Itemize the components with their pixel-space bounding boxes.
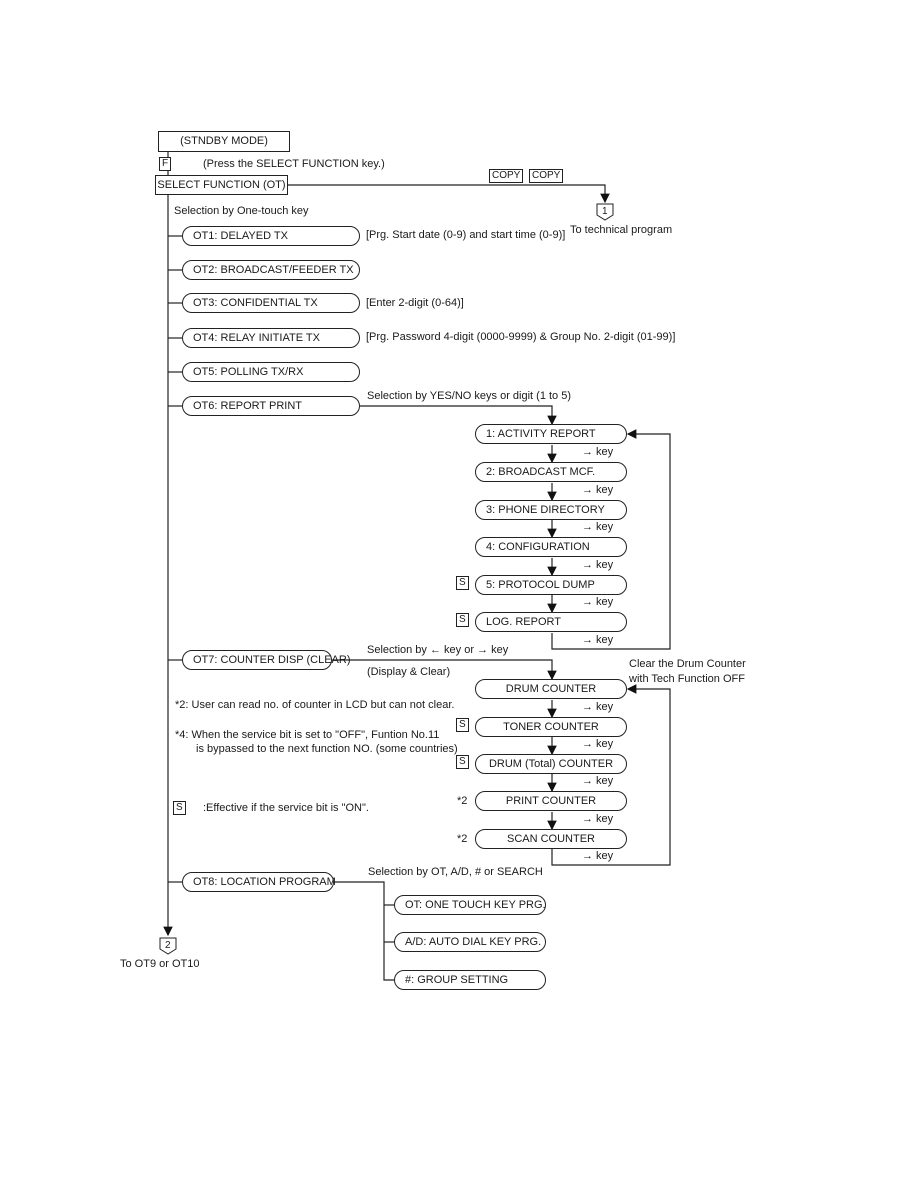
- ot2-node: OT2: BROADCAST/FEEDER TX: [182, 260, 360, 280]
- ot7-node: OT7: COUNTER DISP (CLEAR): [182, 650, 351, 670]
- drum-clear-note-2: with Tech Function OFF: [629, 673, 745, 685]
- service-s-icon: S: [456, 718, 469, 732]
- connector-1-caption: To technical program: [570, 224, 673, 236]
- note-4-line-2: is bypassed to the next function NO. (so…: [196, 743, 458, 755]
- arrow-key-label: → key: [582, 775, 614, 787]
- counter-print: PRINT COUNTER: [475, 791, 627, 811]
- f-key-icon: F: [159, 157, 172, 171]
- service-s-icon: S: [456, 613, 469, 627]
- arrow-key-label: → key: [582, 446, 614, 458]
- note-4-line-1: *4: When the service bit is set to "OFF"…: [175, 729, 440, 741]
- location-group-setting: #: GROUP SETTING: [394, 970, 546, 990]
- arrow-key-label: → key: [582, 634, 614, 646]
- ot6-caption: Selection by YES/NO keys or digit (1 to …: [367, 390, 571, 402]
- report-protocol-dump: 5: PROTOCOL DUMP: [475, 575, 627, 595]
- counter-scan: SCAN COUNTER: [475, 829, 627, 849]
- report-broadcast-mcf: 2: BROADCAST MCF.: [475, 462, 627, 482]
- connector-1-label: 1: [602, 206, 608, 217]
- ot3-node: OT3: CONFIDENTIAL TX: [182, 293, 360, 313]
- report-activity: 1: ACTIVITY REPORT: [475, 424, 627, 444]
- ot1-node: OT1: DELAYED TX: [182, 226, 360, 246]
- counter-drum: DRUM COUNTER: [475, 679, 627, 699]
- ot8-node: OT8: LOCATION PROGRAM: [182, 872, 336, 892]
- ot4-node: OT4: RELAY INITIATE TX: [182, 328, 360, 348]
- one-touch-caption: Selection by One-touch key: [174, 205, 309, 217]
- arrow-key-label: → key: [582, 559, 614, 571]
- arrow-key-label: → key: [582, 738, 614, 750]
- service-s-icon: S: [173, 801, 186, 815]
- location-one-touch: OT: ONE TOUCH KEY PRG.: [394, 895, 546, 915]
- ot3-note: [Enter 2-digit (0-64)]: [366, 297, 464, 309]
- ot1-note: [Prg. Start date (0-9) and start time (0…: [366, 229, 566, 241]
- service-s-icon: S: [456, 576, 469, 590]
- note-2: *2: User can read no. of counter in LCD …: [175, 699, 455, 711]
- ot5-node: OT5: POLLING TX/RX: [182, 362, 360, 382]
- s-key-note: :Effective if the service bit is "ON".: [203, 802, 369, 814]
- report-phone-directory: 3: PHONE DIRECTORY: [475, 500, 627, 520]
- copy-key-1: COPY: [489, 169, 524, 183]
- f-key-note: (Press the SELECT FUNCTION key.): [203, 158, 385, 170]
- counter-toner: TONER COUNTER: [475, 717, 627, 737]
- ot6-node: OT6: REPORT PRINT: [182, 396, 360, 416]
- drum-clear-note-1: Clear the Drum Counter: [629, 658, 746, 670]
- arrow-key-label: → key: [582, 813, 614, 825]
- ot8-caption: Selection by OT, A/D, # or SEARCH: [368, 866, 543, 878]
- report-log: LOG. REPORT: [475, 612, 627, 632]
- connector-2-label: 2: [165, 940, 171, 951]
- note-2-marker: *2: [457, 795, 468, 807]
- ot4-note: [Prg. Password 4-digit (0000-9999) & Gro…: [366, 331, 676, 343]
- service-s-icon: S: [456, 755, 469, 769]
- report-configuration: 4: CONFIGURATION: [475, 537, 627, 557]
- arrow-key-label: → key: [582, 484, 614, 496]
- arrow-key-label: → key: [582, 850, 614, 862]
- ot7-subcaption: (Display & Clear): [367, 666, 451, 678]
- arrow-key-label: → key: [582, 596, 614, 608]
- arrow-key-label: → key: [582, 521, 614, 533]
- arrow-key-label: → key: [582, 701, 614, 713]
- ot7-caption: Selection by ← key or → key: [367, 644, 509, 656]
- location-auto-dial: A/D: AUTO DIAL KEY PRG.: [394, 932, 546, 952]
- note-2-marker: *2: [457, 833, 468, 845]
- select-function-box: SELECT FUNCTION (OT): [155, 175, 288, 195]
- standby-mode-box: (STNDBY MODE): [158, 131, 290, 152]
- copy-key-2: COPY: [529, 169, 564, 183]
- connector-2-caption: To OT9 or OT10: [120, 958, 200, 970]
- connector-lines: [163, 152, 671, 981]
- counter-drum-total: DRUM (Total) COUNTER: [475, 754, 627, 774]
